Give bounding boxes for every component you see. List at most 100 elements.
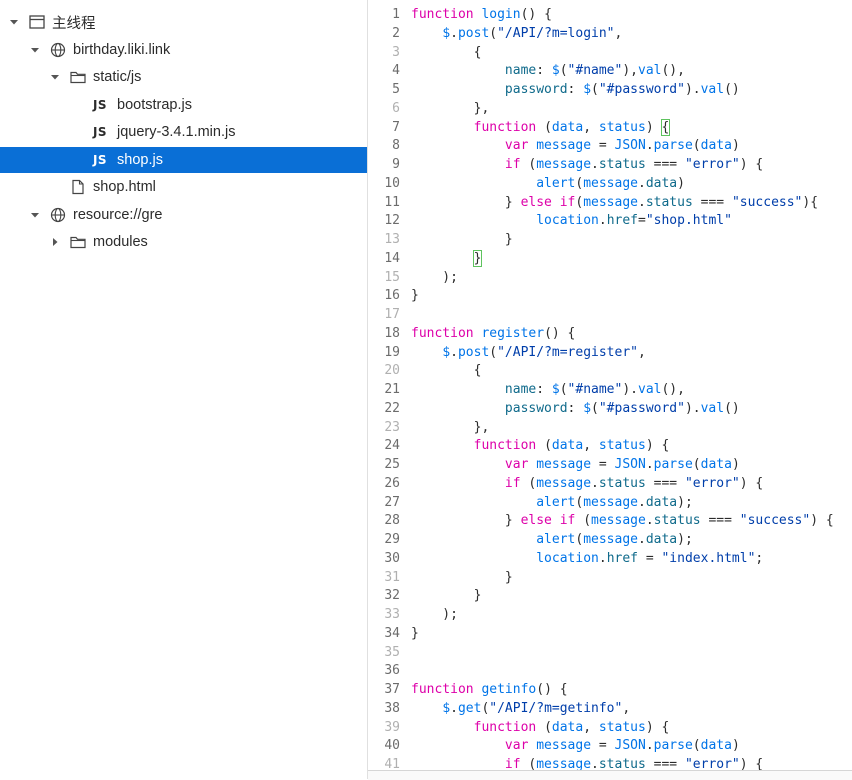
code-line[interactable]: 32 } bbox=[368, 586, 852, 605]
line-number[interactable]: 11 bbox=[368, 193, 411, 212]
line-number[interactable]: 14 bbox=[368, 249, 411, 268]
line-number[interactable]: 24 bbox=[368, 436, 411, 455]
line-number[interactable]: 9 bbox=[368, 155, 411, 174]
line-number[interactable]: 12 bbox=[368, 211, 411, 230]
code-line[interactable]: 7 function (data, status) { bbox=[368, 118, 852, 137]
line-number[interactable]: 27 bbox=[368, 493, 411, 512]
code-line[interactable]: 17 bbox=[368, 305, 852, 324]
code-line[interactable]: 13 } bbox=[368, 230, 852, 249]
line-number[interactable]: 40 bbox=[368, 736, 411, 755]
line-number[interactable]: 30 bbox=[368, 549, 411, 568]
line-number[interactable]: 38 bbox=[368, 699, 411, 718]
line-number[interactable]: 36 bbox=[368, 661, 411, 680]
code-line[interactable]: 35 bbox=[368, 643, 852, 662]
code-token: } bbox=[411, 232, 513, 247]
code-line[interactable]: 21 name: $("#name").val(), bbox=[368, 380, 852, 399]
line-number[interactable]: 19 bbox=[368, 343, 411, 362]
code-line[interactable]: 39 function (data, status) { bbox=[368, 718, 852, 737]
code-line[interactable]: 28 } else if (message.status === "succes… bbox=[368, 511, 852, 530]
line-number[interactable]: 7 bbox=[368, 118, 411, 137]
code-line[interactable]: 15 ); bbox=[368, 268, 852, 287]
line-number[interactable]: 13 bbox=[368, 230, 411, 249]
code-line[interactable]: 26 if (message.status === "error") { bbox=[368, 474, 852, 493]
code-line[interactable]: 37 function getinfo() { bbox=[368, 680, 852, 699]
code-line[interactable]: 33 ); bbox=[368, 605, 852, 624]
line-number[interactable]: 8 bbox=[368, 136, 411, 155]
line-number[interactable]: 16 bbox=[368, 286, 411, 305]
line-number[interactable]: 18 bbox=[368, 324, 411, 343]
code-line[interactable]: 10 alert(message.data) bbox=[368, 174, 852, 193]
line-number[interactable]: 4 bbox=[368, 61, 411, 80]
code-line[interactable]: 16} bbox=[368, 286, 852, 305]
line-number[interactable]: 15 bbox=[368, 268, 411, 287]
tree-item-resource-gre[interactable]: resource://gre bbox=[0, 202, 367, 228]
line-number[interactable]: 1 bbox=[368, 5, 411, 24]
line-number[interactable]: 22 bbox=[368, 399, 411, 418]
tree-item-static-js[interactable]: static/js bbox=[0, 64, 367, 90]
tree-item-bootstrap-js[interactable]: JS bootstrap.js bbox=[0, 92, 367, 118]
line-number[interactable]: 20 bbox=[368, 361, 411, 380]
expand-arrow-icon[interactable] bbox=[29, 44, 41, 56]
collapsed-arrow-icon[interactable] bbox=[49, 236, 61, 248]
code-line[interactable]: 8 var message = JSON.parse(data) bbox=[368, 136, 852, 155]
line-number[interactable]: 21 bbox=[368, 380, 411, 399]
code-token: : bbox=[567, 82, 584, 97]
code-line[interactable]: 29 alert(message.data); bbox=[368, 530, 852, 549]
line-number[interactable]: 35 bbox=[368, 643, 411, 662]
line-number[interactable]: 37 bbox=[368, 680, 411, 699]
tree-item-jquery-3-4-1-min-js[interactable]: JS jquery-3.4.1.min.js bbox=[0, 119, 367, 145]
code-line[interactable]: 34} bbox=[368, 624, 852, 643]
code-line[interactable]: 25 var message = JSON.parse(data) bbox=[368, 455, 852, 474]
line-number[interactable]: 2 bbox=[368, 24, 411, 43]
code-line[interactable]: 27 alert(message.data); bbox=[368, 493, 852, 512]
line-number[interactable]: 10 bbox=[368, 174, 411, 193]
code-line[interactable]: 20 { bbox=[368, 361, 852, 380]
code-line[interactable]: 38 $.get("/API/?m=getinfo", bbox=[368, 699, 852, 718]
line-number[interactable]: 33 bbox=[368, 605, 411, 624]
code-line[interactable]: 40 var message = JSON.parse(data) bbox=[368, 736, 852, 755]
code-token: ( bbox=[559, 382, 568, 397]
code-line[interactable]: 3 { bbox=[368, 43, 852, 62]
code-line[interactable]: 19 $.post("/API/?m=register", bbox=[368, 343, 852, 362]
code-line[interactable]: 11 } else if(message.status === "success… bbox=[368, 193, 852, 212]
line-number[interactable]: 32 bbox=[368, 586, 411, 605]
line-number[interactable]: 5 bbox=[368, 80, 411, 99]
line-number[interactable]: 31 bbox=[368, 568, 411, 587]
line-number[interactable]: 39 bbox=[368, 718, 411, 737]
line-number[interactable]: 25 bbox=[368, 455, 411, 474]
line-number[interactable]: 6 bbox=[368, 99, 411, 118]
code-line[interactable]: 23 }, bbox=[368, 418, 852, 437]
code-line[interactable]: 12 location.href="shop.html" bbox=[368, 211, 852, 230]
code-token: JSON bbox=[614, 138, 646, 154]
line-number[interactable]: 28 bbox=[368, 511, 411, 530]
code-line[interactable]: 6 }, bbox=[368, 99, 852, 118]
code-line[interactable]: 4 name: $("#name"),val(), bbox=[368, 61, 852, 80]
code-line[interactable]: 24 function (data, status) { bbox=[368, 436, 852, 455]
code-line[interactable]: 1 function login() { bbox=[368, 5, 852, 24]
line-number[interactable]: 26 bbox=[368, 474, 411, 493]
expand-arrow-icon[interactable] bbox=[29, 209, 41, 221]
code-line[interactable]: 5 password: $("#password").val() bbox=[368, 80, 852, 99]
line-number[interactable]: 23 bbox=[368, 418, 411, 437]
code-line[interactable]: 18 function register() { bbox=[368, 324, 852, 343]
tree-item-shop-js[interactable]: JS shop.js bbox=[0, 147, 367, 173]
code-line[interactable]: 30 location.href = "index.html"; bbox=[368, 549, 852, 568]
expand-arrow-icon[interactable] bbox=[8, 16, 20, 28]
tree-item-[interactable]: 主线程 bbox=[0, 9, 367, 35]
tree-item-shop-html[interactable]: shop.html bbox=[0, 174, 367, 200]
code-line[interactable]: 2 $.post("/API/?m=login", bbox=[368, 24, 852, 43]
code-line[interactable]: 14 } bbox=[368, 249, 852, 268]
line-number[interactable]: 17 bbox=[368, 305, 411, 324]
code-editor[interactable]: 1 function login() {2 $.post("/API/?m=log… bbox=[368, 0, 852, 779]
code-line[interactable]: 31 } bbox=[368, 568, 852, 587]
tree-item-modules[interactable]: modules bbox=[0, 229, 367, 255]
code-line[interactable]: 9 if (message.status === "error") { bbox=[368, 155, 852, 174]
line-number[interactable]: 34 bbox=[368, 624, 411, 643]
code-token: "shop.html" bbox=[645, 213, 732, 229]
code-line[interactable]: 36 bbox=[368, 661, 852, 680]
expand-arrow-icon[interactable] bbox=[49, 71, 61, 83]
line-number[interactable]: 3 bbox=[368, 43, 411, 62]
tree-item-birthday-liki-link[interactable]: birthday.liki.link bbox=[0, 37, 367, 63]
line-number[interactable]: 29 bbox=[368, 530, 411, 549]
code-line[interactable]: 22 password: $("#password").val() bbox=[368, 399, 852, 418]
